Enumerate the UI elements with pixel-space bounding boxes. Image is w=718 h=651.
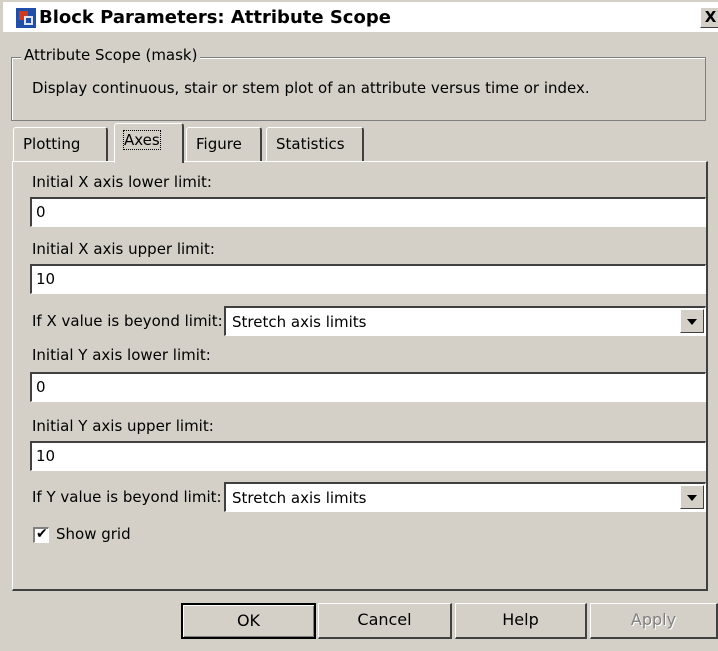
tab-statistics-label: Statistics xyxy=(276,135,345,153)
y-beyond-limit-value: Stretch axis limits xyxy=(232,489,367,507)
tab-figure[interactable]: Figure xyxy=(186,127,262,161)
window-title: Block Parameters: Attribute Scope xyxy=(39,7,391,28)
tab-axes[interactable]: Axes xyxy=(114,123,184,163)
x-lower-limit-label: Initial X axis lower limit: xyxy=(32,173,212,191)
tab-axes-label: Axes xyxy=(123,130,161,150)
tab-plotting[interactable]: Plotting xyxy=(13,127,108,161)
tab-plotting-label: Plotting xyxy=(23,135,81,153)
mask-description: Display continuous, stair or stem plot o… xyxy=(32,79,590,97)
y-upper-limit-label: Initial Y axis upper limit: xyxy=(32,417,214,435)
y-beyond-limit-chevron-down-icon[interactable] xyxy=(680,485,704,509)
y-beyond-limit-label: If Y value is beyond limit: xyxy=(32,488,222,506)
x-upper-limit-field[interactable]: 10 xyxy=(30,264,706,294)
title-bar: Block Parameters: Attribute Scope X xyxy=(3,2,718,32)
show-grid-checkbox[interactable] xyxy=(33,526,49,543)
x-beyond-limit-chevron-down-icon[interactable] xyxy=(680,309,704,333)
x-beyond-limit-label: If X value is beyond limit: xyxy=(32,312,223,330)
y-upper-limit-field[interactable]: 10 xyxy=(30,441,706,471)
x-upper-limit-label: Initial X axis upper limit: xyxy=(32,240,215,258)
tab-figure-label: Figure xyxy=(196,135,242,153)
y-beyond-limit-dropdown[interactable]: Stretch axis limits xyxy=(224,482,706,512)
y-lower-limit-label: Initial Y axis lower limit: xyxy=(32,346,211,364)
cancel-button[interactable]: Cancel xyxy=(318,603,452,639)
show-grid-label[interactable]: Show grid xyxy=(56,525,131,543)
help-button[interactable]: Help xyxy=(455,603,587,639)
x-lower-limit-field[interactable]: 0 xyxy=(30,197,706,227)
block-parameters-dialog: Block Parameters: Attribute Scope X Attr… xyxy=(0,0,718,651)
y-lower-limit-field[interactable]: 0 xyxy=(30,372,706,402)
tab-statistics[interactable]: Statistics xyxy=(266,127,364,161)
close-button[interactable]: X xyxy=(700,7,718,28)
x-beyond-limit-value: Stretch axis limits xyxy=(232,313,367,331)
apply-button[interactable]: Apply xyxy=(590,603,718,639)
simulink-block-icon xyxy=(16,8,36,28)
x-beyond-limit-dropdown[interactable]: Stretch axis limits xyxy=(224,306,706,336)
mask-group-title: Attribute Scope (mask) xyxy=(21,46,201,64)
ok-button[interactable]: OK xyxy=(181,603,316,639)
